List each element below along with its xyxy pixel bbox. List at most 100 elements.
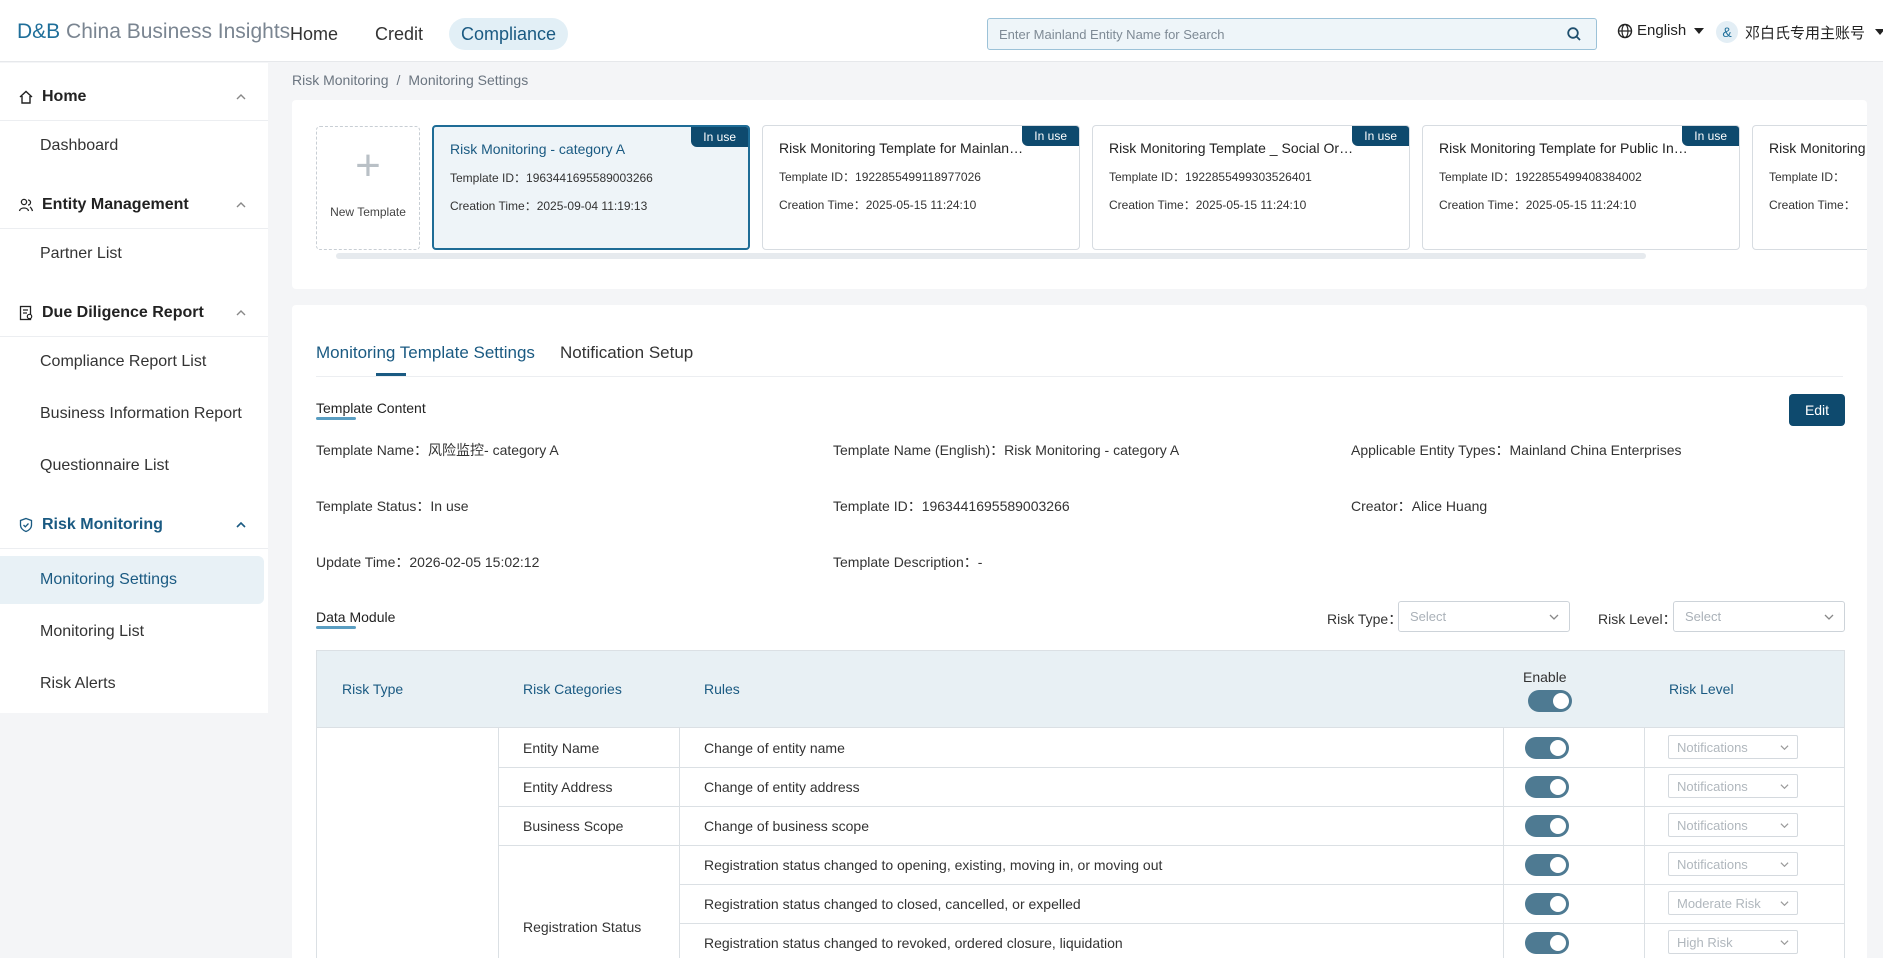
users-icon bbox=[18, 198, 34, 211]
cards-horizontal-scrollbar[interactable] bbox=[336, 253, 1646, 259]
rule-enable-toggle[interactable] bbox=[1525, 776, 1569, 798]
section-label: Entity Management bbox=[42, 195, 189, 213]
creation-time-label: Creation Time： bbox=[1769, 198, 1856, 212]
account-menu[interactable]: & 邓白氏专用主账号 bbox=[1715, 20, 1883, 44]
nav-compliance[interactable]: Compliance bbox=[449, 18, 569, 50]
select-placeholder: Select bbox=[1410, 609, 1447, 624]
sidebar-item-business-information-report[interactable]: Business Information Report bbox=[0, 390, 264, 438]
template-card[interactable]: In use Risk Monitoring Template for Main… bbox=[762, 125, 1080, 250]
language-selector[interactable]: English bbox=[1617, 22, 1705, 39]
field-template-name: Template Name：风险监控- category A bbox=[316, 440, 559, 460]
risk-level-dropdown[interactable]: Notifications bbox=[1668, 735, 1798, 759]
tab-monitoring-template-settings[interactable]: Monitoring Template Settings bbox=[316, 343, 535, 363]
risk-level-value: Notifications bbox=[1677, 818, 1748, 833]
sidebar-item-monitoring-list[interactable]: Monitoring List bbox=[0, 608, 264, 656]
risk-level-value: Notifications bbox=[1677, 740, 1748, 755]
nav-home[interactable]: Home bbox=[278, 18, 350, 50]
risk-level-dropdown[interactable]: Notifications bbox=[1668, 813, 1798, 837]
chevron-down-icon bbox=[1780, 940, 1789, 946]
template-card-name: Risk Monitoring Template _ Social Organi… bbox=[1109, 140, 1359, 156]
field-label: Template Status： bbox=[316, 498, 431, 514]
field-label: Template Description： bbox=[833, 554, 978, 570]
rule-cell: Registration status changed to opening, … bbox=[704, 857, 1163, 873]
edit-button[interactable]: Edit bbox=[1789, 394, 1845, 426]
template-id-value: 1922855499303526401 bbox=[1185, 170, 1312, 184]
chevron-up-icon bbox=[236, 310, 246, 316]
new-template-button[interactable]: + New Template bbox=[316, 126, 420, 250]
risk-level-select[interactable]: Select bbox=[1673, 601, 1845, 632]
sidebar-section-home[interactable]: Home bbox=[0, 73, 268, 121]
sidebar-section-entity-management[interactable]: Entity Management bbox=[0, 181, 268, 229]
field-template-status: Template Status：In use bbox=[316, 496, 469, 516]
brand-logo[interactable]: D&B China Business Insights bbox=[17, 20, 290, 44]
new-template-label: New Template bbox=[330, 205, 406, 219]
search-icon[interactable] bbox=[1566, 26, 1582, 42]
search-input[interactable] bbox=[988, 19, 1548, 49]
nav-credit[interactable]: Credit bbox=[363, 18, 435, 50]
sidebar-item-compliance-report-list[interactable]: Compliance Report List bbox=[0, 338, 264, 386]
risk-level-filter-label: Risk Level： bbox=[1598, 611, 1677, 627]
rule-enable-toggle[interactable] bbox=[1525, 893, 1569, 915]
rule-enable-toggle[interactable] bbox=[1525, 932, 1569, 954]
sidebar-section-risk-monitoring[interactable]: Risk Monitoring bbox=[0, 501, 268, 549]
template-content-title: Template Content bbox=[316, 400, 426, 420]
sidebar-item-partner-list[interactable]: Partner List bbox=[0, 230, 264, 278]
breadcrumb-risk-monitoring[interactable]: Risk Monitoring bbox=[292, 72, 388, 88]
creation-time-value: 2025-09-04 11:19:13 bbox=[536, 199, 648, 213]
field-value: Mainland China Enterprises bbox=[1509, 442, 1682, 458]
enable-all-toggle[interactable] bbox=[1528, 690, 1572, 712]
field-template-description: Template Description：- bbox=[833, 552, 982, 572]
template-card[interactable]: In use Risk Monitoring Template for Publ… bbox=[1422, 125, 1740, 250]
sidebar-item-risk-alerts[interactable]: Risk Alerts bbox=[0, 660, 264, 708]
rule-cell: Change of entity name bbox=[704, 740, 845, 756]
column-enable: Enable bbox=[1523, 669, 1567, 685]
chevron-down-icon bbox=[1780, 745, 1789, 751]
risk-level-dropdown[interactable]: High Risk bbox=[1668, 930, 1798, 954]
chevron-up-icon bbox=[236, 202, 246, 208]
tab-notification-setup[interactable]: Notification Setup bbox=[560, 343, 693, 363]
column-risk-categories: Risk Categories bbox=[523, 681, 622, 697]
template-card[interactable]: In use Risk Monitoring Template _ Social… bbox=[1092, 125, 1410, 250]
risk-level-dropdown[interactable]: Notifications bbox=[1668, 774, 1798, 798]
field-label: Template Name： bbox=[316, 442, 429, 458]
status-badge: In use bbox=[1022, 126, 1079, 146]
rule-enable-toggle[interactable] bbox=[1525, 737, 1569, 759]
template-card-name: Risk Monitoring Template for Mainland Ch… bbox=[779, 140, 1029, 156]
risk-level-dropdown[interactable]: Notifications bbox=[1668, 852, 1798, 876]
column-divider bbox=[498, 728, 499, 958]
row-divider bbox=[679, 923, 1844, 924]
column-rules: Rules bbox=[704, 681, 740, 697]
sidebar-item-dashboard[interactable]: Dashboard bbox=[0, 122, 264, 170]
chevron-down-icon bbox=[1780, 784, 1789, 790]
sidebar-item-questionnaire-list[interactable]: Questionnaire List bbox=[0, 442, 264, 490]
sidebar-item-monitoring-settings[interactable]: Monitoring Settings bbox=[0, 556, 264, 604]
risk-type-select[interactable]: Select bbox=[1398, 601, 1570, 632]
template-card[interactable]: In use Risk Monitoring - category A Temp… bbox=[432, 125, 750, 250]
sidebar-section-due-diligence[interactable]: Due Diligence Report bbox=[0, 289, 268, 337]
field-label: Template ID： bbox=[833, 498, 922, 514]
shield-icon bbox=[19, 517, 33, 532]
template-id-value: 1922855499408384002 bbox=[1515, 170, 1642, 184]
rule-enable-toggle[interactable] bbox=[1525, 854, 1569, 876]
status-badge: In use bbox=[1682, 126, 1739, 146]
creation-time-value: 2025-05-15 11:24:10 bbox=[865, 198, 977, 212]
template-card[interactable]: Risk Monitoring Template ID： Creation Ti… bbox=[1752, 125, 1867, 250]
chevron-down-icon bbox=[1780, 901, 1789, 907]
template-settings-panel: Monitoring Template Settings Notificatio… bbox=[292, 305, 1867, 958]
tab-divider bbox=[316, 376, 1843, 377]
template-cards-panel: + New Template In use Risk Monitoring - … bbox=[292, 100, 1867, 289]
row-divider bbox=[498, 845, 1844, 846]
caret-down-icon bbox=[1875, 29, 1883, 35]
select-placeholder: Select bbox=[1685, 609, 1722, 624]
field-label: Template Name (English)： bbox=[833, 442, 1005, 458]
creation-time-label: Creation Time： bbox=[779, 198, 866, 212]
field-creator: Creator：Alice Huang bbox=[1351, 496, 1487, 516]
rule-enable-toggle[interactable] bbox=[1525, 815, 1569, 837]
entity-search bbox=[987, 18, 1597, 50]
field-value: Risk Monitoring - category A bbox=[1004, 442, 1180, 458]
active-tab-indicator bbox=[376, 373, 406, 376]
risk-level-dropdown[interactable]: Moderate Risk bbox=[1668, 891, 1798, 915]
breadcrumb: Risk Monitoring / Monitoring Settings bbox=[292, 72, 528, 88]
field-entity-types: Applicable Entity Types：Mainland China E… bbox=[1351, 440, 1681, 460]
table-header: Risk Type Risk Categories Rules Enable R… bbox=[317, 651, 1844, 728]
